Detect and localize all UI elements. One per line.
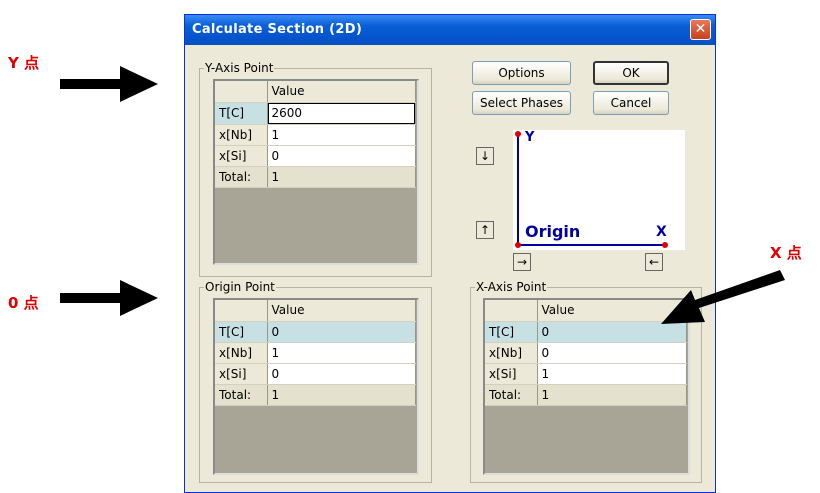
x-axis-label: X — [656, 224, 667, 240]
row-label-t: T[C] — [215, 321, 268, 343]
close-icon: ✕ — [694, 21, 707, 37]
select-phases-button[interactable]: Select Phases — [472, 91, 571, 115]
row-label-nb: x[Nb] — [485, 342, 538, 364]
row-label-si: x[Si] — [215, 145, 268, 167]
origin-label: Origin — [525, 222, 581, 241]
move-down-button[interactable]: ↓ — [476, 147, 494, 165]
calculate-section-dialog: Calculate Section (2D) ✕ Y-Axis Point Va… — [184, 14, 716, 493]
origin-point-marker — [515, 242, 521, 248]
row-label-total: Total: — [215, 166, 268, 188]
y-point-annotation: Y 点 — [8, 54, 40, 72]
arrow-up-icon: ↑ — [479, 223, 491, 237]
y-axis-grid[interactable]: Value T[C] 2600 x[Nb] 1 x[Si] 0 Total: 1 — [213, 79, 419, 265]
value-column-header: Value — [267, 81, 416, 103]
si-value-cell[interactable]: 0 — [267, 363, 416, 385]
nb-value-cell[interactable]: 1 — [267, 342, 416, 364]
row-label-nb: x[Nb] — [215, 342, 268, 364]
title-bar[interactable]: Calculate Section (2D) ✕ — [185, 15, 715, 45]
grid-corner — [485, 300, 538, 322]
y-point-marker — [515, 131, 521, 137]
arrow-right-icon: → — [516, 255, 528, 269]
x-axis-point-label: X-Axis Point — [476, 280, 547, 294]
total-value-cell: 1 — [537, 384, 687, 406]
total-value-cell: 1 — [267, 384, 416, 406]
y-axis-label: Y — [525, 130, 535, 145]
axis-preview: Y Origin X — [513, 130, 685, 250]
row-label-nb: x[Nb] — [215, 124, 268, 146]
close-button[interactable]: ✕ — [690, 19, 711, 40]
arrow-down-icon: ↓ — [479, 149, 491, 163]
x-point-annotation: X 点 — [770, 244, 802, 262]
y-axis-point-label: Y-Axis Point — [205, 61, 274, 75]
y-arrow-icon — [60, 66, 158, 102]
t-value-cell[interactable]: 0 — [267, 321, 416, 343]
window-title: Calculate Section (2D) — [192, 22, 363, 37]
row-label-t: T[C] — [215, 102, 268, 125]
nb-value-cell[interactable]: 0 — [537, 342, 687, 364]
x-point-marker — [662, 242, 668, 248]
value-column-header: Value — [267, 300, 416, 322]
total-value-cell: 1 — [267, 166, 416, 188]
grid-corner — [215, 300, 268, 322]
origin-point-annotation: 0 点 — [8, 294, 39, 312]
row-label-t: T[C] — [485, 321, 538, 343]
row-label-si: x[Si] — [215, 363, 268, 385]
row-label-total: Total: — [485, 384, 538, 406]
ok-button[interactable]: OK — [593, 61, 669, 85]
t-value-cell[interactable]: 2600 — [267, 102, 416, 125]
move-right-button[interactable]: → — [513, 253, 531, 271]
t-value-input[interactable]: 2600 — [267, 102, 415, 124]
x-arrow-icon — [661, 270, 785, 324]
origin-arrow-icon — [60, 280, 158, 316]
options-button[interactable]: Options — [472, 61, 571, 85]
origin-grid[interactable]: Value T[C] 0 x[Nb] 1 x[Si] 0 Total: 1 — [213, 298, 419, 475]
cancel-button[interactable]: Cancel — [593, 91, 669, 115]
nb-value-cell[interactable]: 1 — [267, 124, 416, 146]
move-up-button[interactable]: ↑ — [476, 221, 494, 239]
grid-corner — [215, 81, 268, 103]
si-value-cell[interactable]: 1 — [537, 363, 687, 385]
si-value-cell[interactable]: 0 — [267, 145, 416, 167]
row-label-total: Total: — [215, 384, 268, 406]
row-label-si: x[Si] — [485, 363, 538, 385]
origin-point-label: Origin Point — [205, 280, 275, 294]
